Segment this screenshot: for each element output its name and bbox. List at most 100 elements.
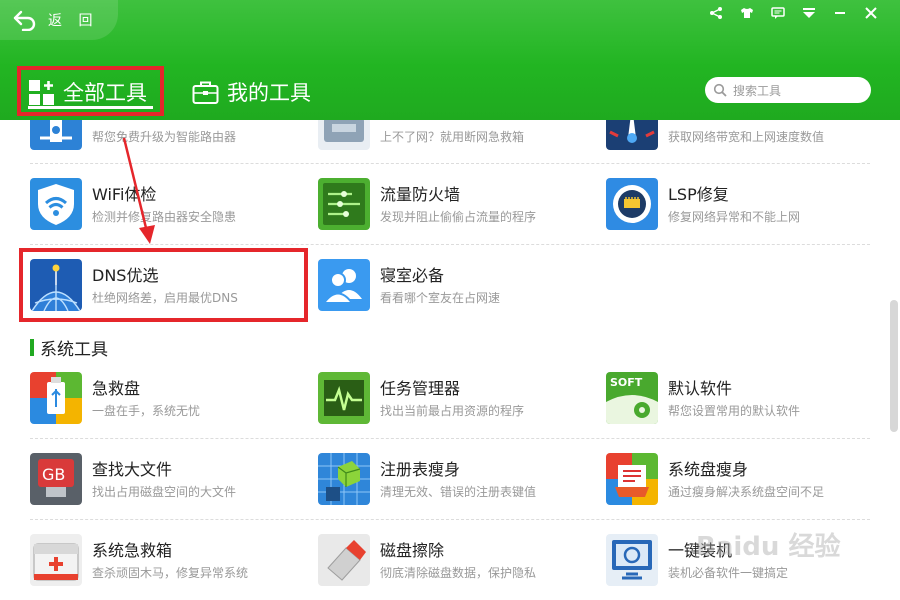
tool-title: 磁盘擦除	[380, 541, 445, 560]
tool-item-lsp-repair[interactable]: LSP修复 修复网络异常和不能上网	[606, 178, 866, 238]
message-button[interactable]	[762, 4, 793, 22]
scrollbar-thumb[interactable]	[890, 300, 898, 432]
dns-globe-icon	[30, 259, 82, 311]
skin-button[interactable]	[731, 4, 762, 22]
system-disk-icon	[606, 453, 658, 505]
tool-desc: 清理无效、错误的注册表键值	[380, 485, 537, 499]
tool-item-system-disk-slim[interactable]: 系统盘瘦身 通过瘦身解决系统盘空间不足	[606, 453, 866, 513]
tool-desc: 彻底清除磁盘数据，保护隐私	[380, 566, 537, 580]
tool-desc: 帮您设置常用的默认软件	[668, 404, 801, 418]
soft-default-icon: SOFT	[606, 372, 658, 424]
tool-desc: 查杀顽固木马，修复异常系统	[92, 566, 249, 580]
lsp-repair-icon	[606, 178, 658, 230]
tool-title: 系统急救箱	[92, 541, 173, 560]
task-manager-icon	[318, 372, 370, 424]
search-input[interactable]: 搜索工具	[705, 77, 871, 103]
row-divider	[30, 244, 870, 245]
tool-title: 查找大文件	[92, 460, 173, 479]
menu-icon	[802, 8, 815, 18]
tool-desc: 帮您免费升级为智能路由器	[92, 130, 237, 144]
row-divider	[30, 438, 870, 439]
gb-badge-text: GB	[42, 465, 65, 484]
search-placeholder: 搜索工具	[733, 83, 782, 98]
tool-item-task-manager[interactable]: 任务管理器 找出当前最占用资源的程序	[318, 372, 578, 432]
tool-item-disk-erase[interactable]: 磁盘擦除 彻底清除磁盘数据，保护隐私	[318, 534, 578, 594]
soft-badge-text: SOFT	[610, 376, 643, 389]
tool-desc: 发现并阻止偷偷占流量的程序	[380, 210, 537, 224]
minimize-icon	[834, 12, 845, 14]
tool-title: 系统盘瘦身	[668, 460, 749, 479]
skin-icon	[740, 8, 753, 18]
share-button[interactable]	[700, 4, 731, 22]
tool-item-smart-router[interactable]: 帮您免费升级为智能路由器	[30, 120, 290, 158]
tool-item-wifi-check[interactable]: WiFi体检 检测并修复路由器安全隐患	[30, 178, 290, 238]
watermark: Baidu 经验	[696, 532, 841, 562]
tool-title: 任务管理器	[380, 379, 461, 398]
search-icon	[713, 83, 727, 97]
section-title-system-tools: 系统工具	[30, 337, 108, 360]
tool-desc: 修复网络异常和不能上网	[668, 210, 801, 224]
tool-item-find-big-files[interactable]: GB 查找大文件 找出占用磁盘空间的大文件	[30, 453, 290, 513]
back-label: 返 回	[48, 13, 99, 29]
tool-item-network-rescue[interactable]: 上不了网？就用断网急救箱	[318, 120, 578, 158]
tool-title: 注册表瘦身	[380, 460, 461, 479]
traffic-firewall-icon	[318, 178, 370, 230]
tool-desc: 获取网络带宽和上网速度数值	[668, 130, 825, 144]
tool-desc: 杜绝网络差，启用最优DNS	[92, 291, 238, 305]
row-divider	[30, 163, 870, 164]
tab-all-tools-label: 全部工具	[63, 81, 147, 105]
registry-icon	[318, 453, 370, 505]
tool-desc: 找出占用磁盘空间的大文件	[92, 485, 237, 499]
tab-my-tools[interactable]: 我的工具	[192, 70, 311, 114]
wifi-shield-icon	[30, 178, 82, 230]
tool-title: LSP修复	[668, 185, 729, 204]
minimize-button[interactable]	[824, 4, 855, 22]
tool-desc: 检测并修复路由器安全隐患	[92, 210, 237, 224]
tool-item-registry-slim[interactable]: 注册表瘦身 清理无效、错误的注册表键值	[318, 453, 578, 513]
tool-item-traffic-firewall[interactable]: 流量防火墙 发现并阻止偷偷占流量的程序	[318, 178, 578, 238]
back-button[interactable]: 返 回	[0, 0, 118, 40]
top-header: 返 回 全部工具 我的工具 搜索工具	[0, 0, 900, 120]
tab-my-tools-label: 我的工具	[227, 81, 311, 105]
menu-button[interactable]	[793, 4, 824, 22]
tool-item-dns-optimize[interactable]: DNS优选 杜绝网络差，启用最优DNS	[30, 259, 290, 319]
active-tab-underline	[28, 106, 153, 109]
system-rescue-box-icon	[30, 534, 82, 586]
router-icon	[30, 120, 82, 150]
tool-item-default-software[interactable]: SOFT 默认软件 帮您设置常用的默认软件	[606, 372, 866, 432]
tool-title: WiFi体检	[92, 185, 157, 204]
message-icon	[770, 7, 785, 19]
tool-title: 默认软件	[668, 379, 733, 398]
eraser-icon	[318, 534, 370, 586]
section-accent-bar	[30, 338, 34, 356]
share-icon	[709, 7, 722, 19]
tool-desc: 看看哪个室友在占网速	[380, 291, 501, 305]
tool-title: DNS优选	[92, 266, 159, 285]
section-title-text: 系统工具	[40, 339, 108, 360]
one-click-install-icon	[606, 534, 658, 586]
tool-desc: 找出当前最占用资源的程序	[380, 404, 525, 418]
roommates-icon	[318, 259, 370, 311]
tool-item-speed-test[interactable]: 获取网络带宽和上网速度数值	[606, 120, 866, 158]
tool-desc: 通过瘦身解决系统盘空间不足	[668, 485, 825, 499]
tool-title: 流量防火墙	[380, 185, 461, 204]
usb-rescue-icon	[30, 372, 82, 424]
tool-title: 急救盘	[92, 379, 141, 398]
window-controls	[700, 4, 886, 22]
tool-item-dorm-essentials[interactable]: 寝室必备 看看哪个室友在占网速	[318, 259, 578, 319]
toolbox-icon	[192, 81, 219, 104]
speedometer-icon	[606, 120, 658, 150]
row-divider	[30, 519, 870, 520]
tool-desc: 装机必备软件一键搞定	[668, 566, 789, 580]
tool-desc: 一盘在手，系统无忧	[92, 404, 201, 418]
close-button[interactable]	[855, 4, 886, 22]
tool-title: 寝室必备	[380, 266, 445, 285]
tool-item-rescue-disk[interactable]: 急救盘 一盘在手，系统无忧	[30, 372, 290, 432]
back-arrow-icon	[13, 10, 36, 31]
first-aid-box-icon	[318, 120, 370, 150]
close-icon	[864, 7, 877, 19]
grid-plus-icon	[29, 79, 54, 105]
tool-desc: 上不了网？就用断网急救箱	[380, 130, 525, 144]
big-file-icon: GB	[30, 453, 82, 505]
tool-item-system-rescue-box[interactable]: 系统急救箱 查杀顽固木马，修复异常系统	[30, 534, 290, 594]
